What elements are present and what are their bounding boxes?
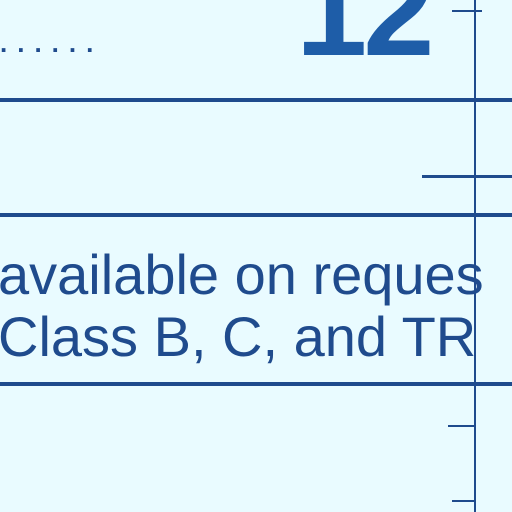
form-document-crop: 12 ...... available on reques Class B, C… — [0, 0, 512, 512]
form-text-line-2: Class B, C, and TR — [0, 305, 477, 368]
tick-mark-2 — [422, 175, 512, 178]
horizontal-rule-bottom — [0, 382, 512, 386]
horizontal-rule-top — [0, 98, 512, 102]
form-text-line-1: available on reques — [0, 243, 484, 306]
tick-mark-3 — [448, 425, 476, 427]
tick-mark-4 — [452, 500, 476, 502]
horizontal-rule-middle — [0, 213, 512, 217]
tick-mark-1 — [452, 10, 482, 12]
form-number: 12 — [296, 0, 434, 83]
leader-dots: ...... — [0, 28, 104, 58]
